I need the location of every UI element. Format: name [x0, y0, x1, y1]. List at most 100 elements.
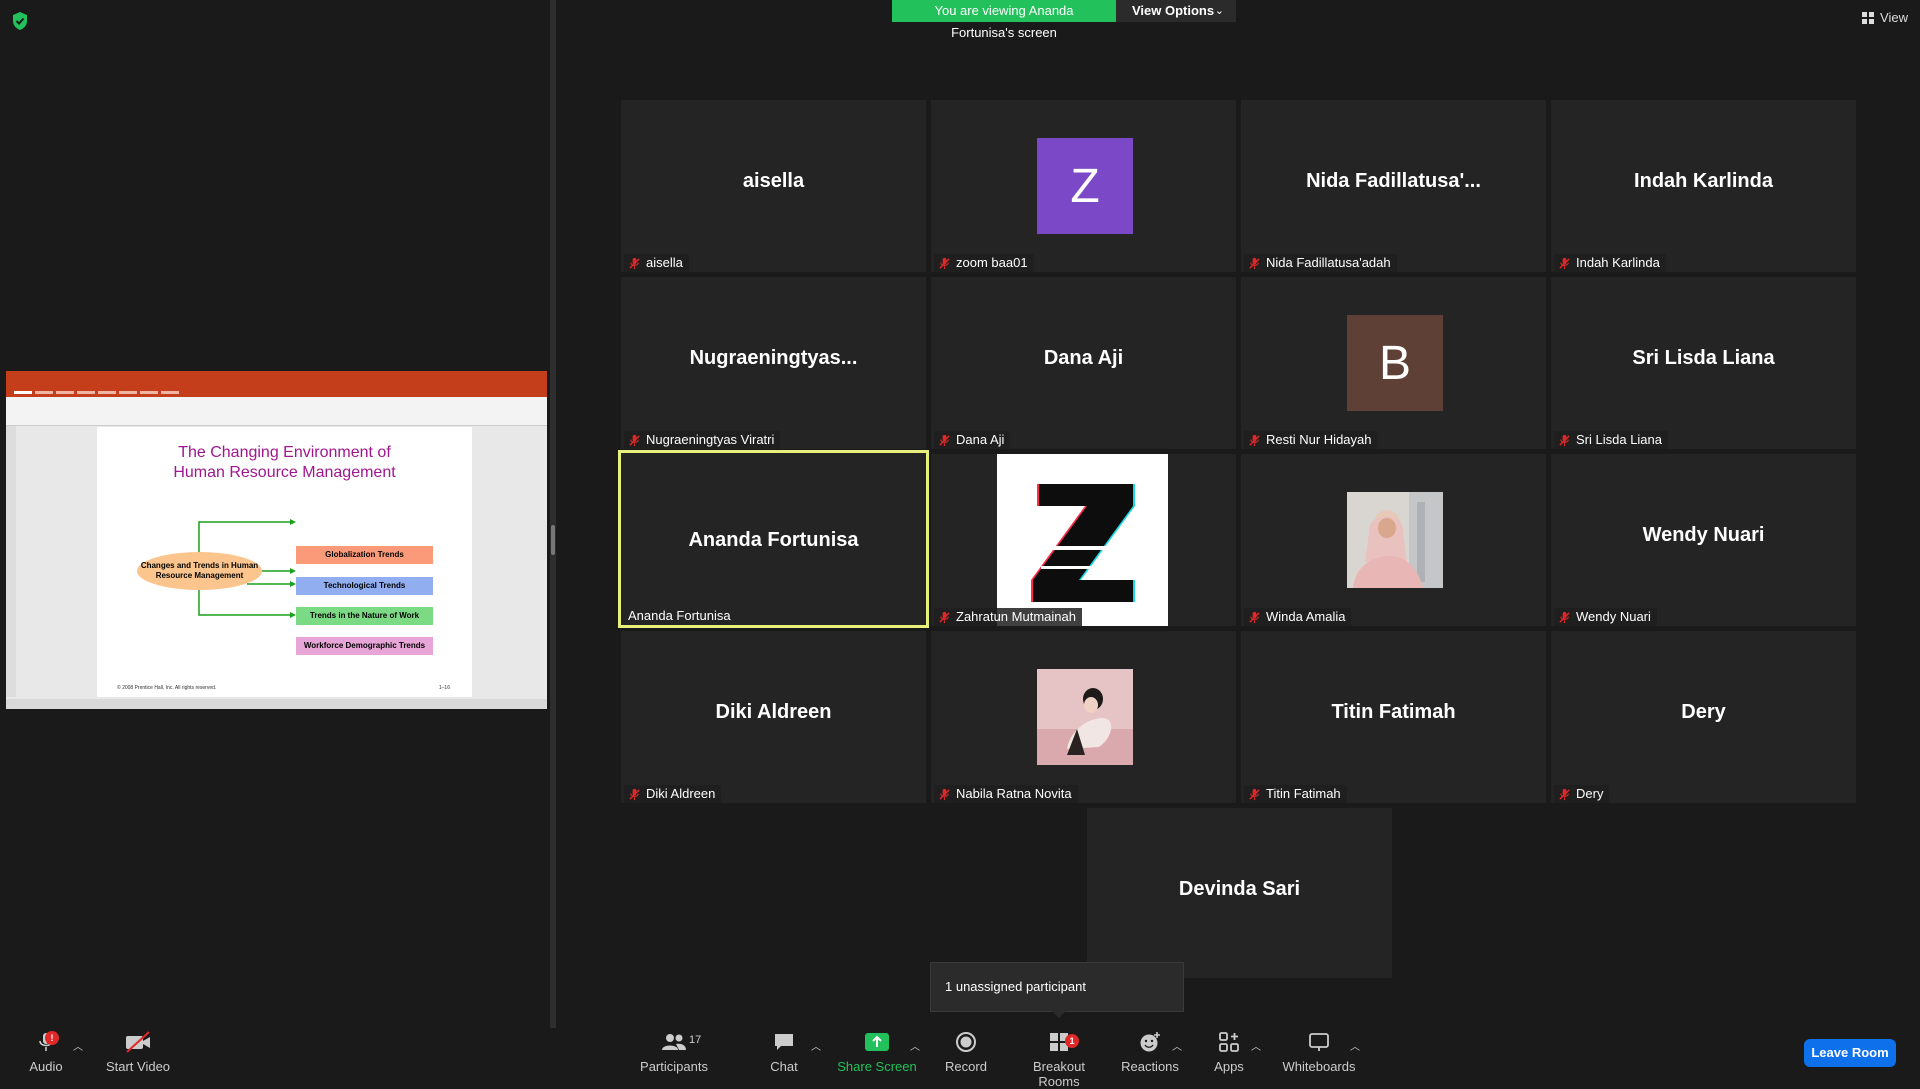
participant-tile-active-speaker[interactable]: Ananda Fortunisa Ananda Fortunisa: [618, 450, 929, 628]
participant-display-name: Ananda Fortunisa: [688, 529, 859, 551]
participants-count: 17: [689, 1034, 702, 1046]
leave-room-button[interactable]: Leave Room: [1804, 1039, 1896, 1067]
share-banner: You are viewing Ananda Fortunisa's scree…: [892, 0, 1236, 40]
participant-display-name: Dery: [1681, 701, 1726, 723]
chat-options-caret[interactable]: ︿: [811, 1038, 821, 1053]
tooltip-arrow: [1052, 1011, 1066, 1018]
record-icon: [956, 1032, 976, 1052]
muted-mic-icon: [629, 257, 640, 269]
muted-mic-icon: [1249, 257, 1260, 269]
participant-display-name: Devinda Sari: [1178, 878, 1301, 900]
breakout-notification-badge: 1: [1065, 1034, 1079, 1048]
audio-warning-badge: !: [45, 1031, 59, 1045]
panel-divider[interactable]: [550, 0, 556, 1028]
breakout-rooms-label: Breakout Rooms: [1032, 1059, 1086, 1089]
participant-name-label: aisella: [624, 254, 689, 272]
reactions-label: Reactions: [1121, 1059, 1179, 1074]
participant-tile[interactable]: Devinda Sari: [1087, 808, 1392, 978]
muted-mic-icon: [1559, 434, 1570, 446]
participant-avatar: B: [1347, 315, 1443, 411]
participant-display-name: Indah Karlinda: [1634, 170, 1773, 192]
muted-mic-icon: [1249, 434, 1260, 446]
participant-tile[interactable]: Z zoom baa01: [931, 100, 1236, 272]
security-shield-icon[interactable]: [10, 11, 30, 31]
participant-display-name: Wendy Nuari: [1642, 524, 1765, 546]
participant-name-label: Wendy Nuari: [1554, 608, 1657, 626]
participant-z-logo-image: [997, 454, 1168, 626]
participant-tile[interactable]: Titin Fatimah Titin Fatimah: [1241, 631, 1546, 803]
audio-label: Audio: [29, 1059, 63, 1074]
audio-options-caret[interactable]: ︿: [73, 1038, 83, 1053]
participant-label-text: Titin Fatimah: [1266, 786, 1341, 801]
participant-name-label: Nabila Ratna Novita: [934, 785, 1078, 803]
share-screen-button[interactable]: Share Screen: [832, 1030, 922, 1078]
divider-drag-handle[interactable]: [551, 525, 555, 555]
whiteboard-icon: [1309, 1033, 1329, 1051]
shared-screen-view[interactable]: The Changing Environment of Human Resour…: [6, 371, 547, 709]
share-options-caret[interactable]: ︿: [910, 1038, 920, 1053]
view-options-button[interactable]: View Options ⌄: [1116, 0, 1236, 22]
participant-name-label: Winda Amalia: [1244, 608, 1352, 626]
breakout-rooms-button[interactable]: Breakout Rooms: [1014, 1030, 1104, 1089]
powerpoint-menubar: [6, 387, 547, 397]
participant-tile[interactable]: B Resti Nur Hidayah: [1241, 277, 1546, 449]
participants-button[interactable]: Participants: [629, 1030, 719, 1078]
share-screen-icon: [865, 1033, 889, 1051]
powerpoint-ribbon: [6, 397, 547, 426]
record-label: Record: [945, 1059, 987, 1074]
participant-tile[interactable]: Wendy Nuari Wendy Nuari: [1551, 454, 1856, 626]
participant-label-text: Sri Lisda Liana: [1576, 432, 1662, 447]
view-button[interactable]: View: [1862, 10, 1908, 25]
participant-name-label: Dana Aji: [934, 431, 1011, 449]
video-off-icon: [126, 1031, 150, 1053]
participant-name-label: zoom baa01: [934, 254, 1034, 272]
participant-tile[interactable]: Dery Dery: [1551, 631, 1856, 803]
muted-mic-icon: [939, 788, 950, 800]
participant-display-name: aisella: [742, 170, 805, 192]
participant-avatar: Z: [1037, 138, 1133, 234]
participant-display-name: Nugraeningtyas...: [689, 347, 858, 369]
powerpoint-statusbar: [6, 699, 547, 709]
participant-name-label: Nida Fadillatusa'adah: [1244, 254, 1397, 272]
participant-label-text: Indah Karlinda: [1576, 255, 1660, 270]
participant-name-label: Diki Aldreen: [624, 785, 722, 803]
participant-label-text: aisella: [646, 255, 683, 270]
participant-tile[interactable]: Winda Amalia: [1241, 454, 1546, 626]
start-video-label: Start Video: [105, 1059, 171, 1074]
participant-display-name: Sri Lisda Liana: [1632, 347, 1775, 369]
participant-label-text: Zahratun Mutmainah: [956, 609, 1076, 624]
participant-tile[interactable]: Nida Fadillatusa'... Nida Fadillatusa'ad…: [1241, 100, 1546, 272]
muted-mic-icon: [1559, 788, 1570, 800]
participant-tile[interactable]: Dana Aji Dana Aji: [931, 277, 1236, 449]
slide-thumbnail-strip: [6, 426, 16, 697]
participant-tile[interactable]: Nabila Ratna Novita: [931, 631, 1236, 803]
reactions-options-caret[interactable]: ︿: [1172, 1038, 1182, 1053]
participant-tile[interactable]: Diki Aldreen Diki Aldreen: [621, 631, 926, 803]
participant-label-text: zoom baa01: [956, 255, 1028, 270]
powerpoint-titlebar: [6, 371, 547, 387]
unassigned-participant-tooltip: 1 unassigned participant: [930, 962, 1184, 1012]
participant-name-label: Indah Karlinda: [1554, 254, 1666, 272]
participant-label-text: Winda Amalia: [1266, 609, 1346, 624]
presentation-slide: The Changing Environment of Human Resour…: [97, 427, 472, 697]
muted-mic-icon: [939, 257, 950, 269]
participant-tile[interactable]: aisella aisella: [621, 100, 926, 272]
participant-display-name: Diki Aldreen: [715, 701, 832, 723]
participants-icon: [662, 1034, 686, 1050]
participant-name-label: Ananda Fortunisa: [624, 607, 737, 625]
muted-mic-icon: [1249, 611, 1260, 623]
slide-trend-box: Globalization Trends: [296, 546, 433, 564]
apps-options-caret[interactable]: ︿: [1251, 1038, 1261, 1053]
participant-tile[interactable]: Nugraeningtyas... Nugraeningtyas Viratri: [621, 277, 926, 449]
reactions-smiley-icon: [1140, 1032, 1160, 1052]
participant-tile[interactable]: Sri Lisda Liana Sri Lisda Liana: [1551, 277, 1856, 449]
participant-name-label: Zahratun Mutmainah: [934, 608, 1082, 626]
participant-display-name: Dana Aji: [1043, 347, 1124, 369]
whiteboards-options-caret[interactable]: ︿: [1350, 1038, 1360, 1053]
participant-tile[interactable]: Indah Karlinda Indah Karlinda: [1551, 100, 1856, 272]
participant-tile[interactable]: Zahratun Mutmainah: [931, 454, 1236, 626]
record-button[interactable]: Record: [921, 1030, 1011, 1078]
participant-profile-photo: [1347, 492, 1443, 588]
participant-label-text: Dery: [1576, 786, 1604, 801]
start-video-button[interactable]: Start Video: [93, 1030, 183, 1078]
